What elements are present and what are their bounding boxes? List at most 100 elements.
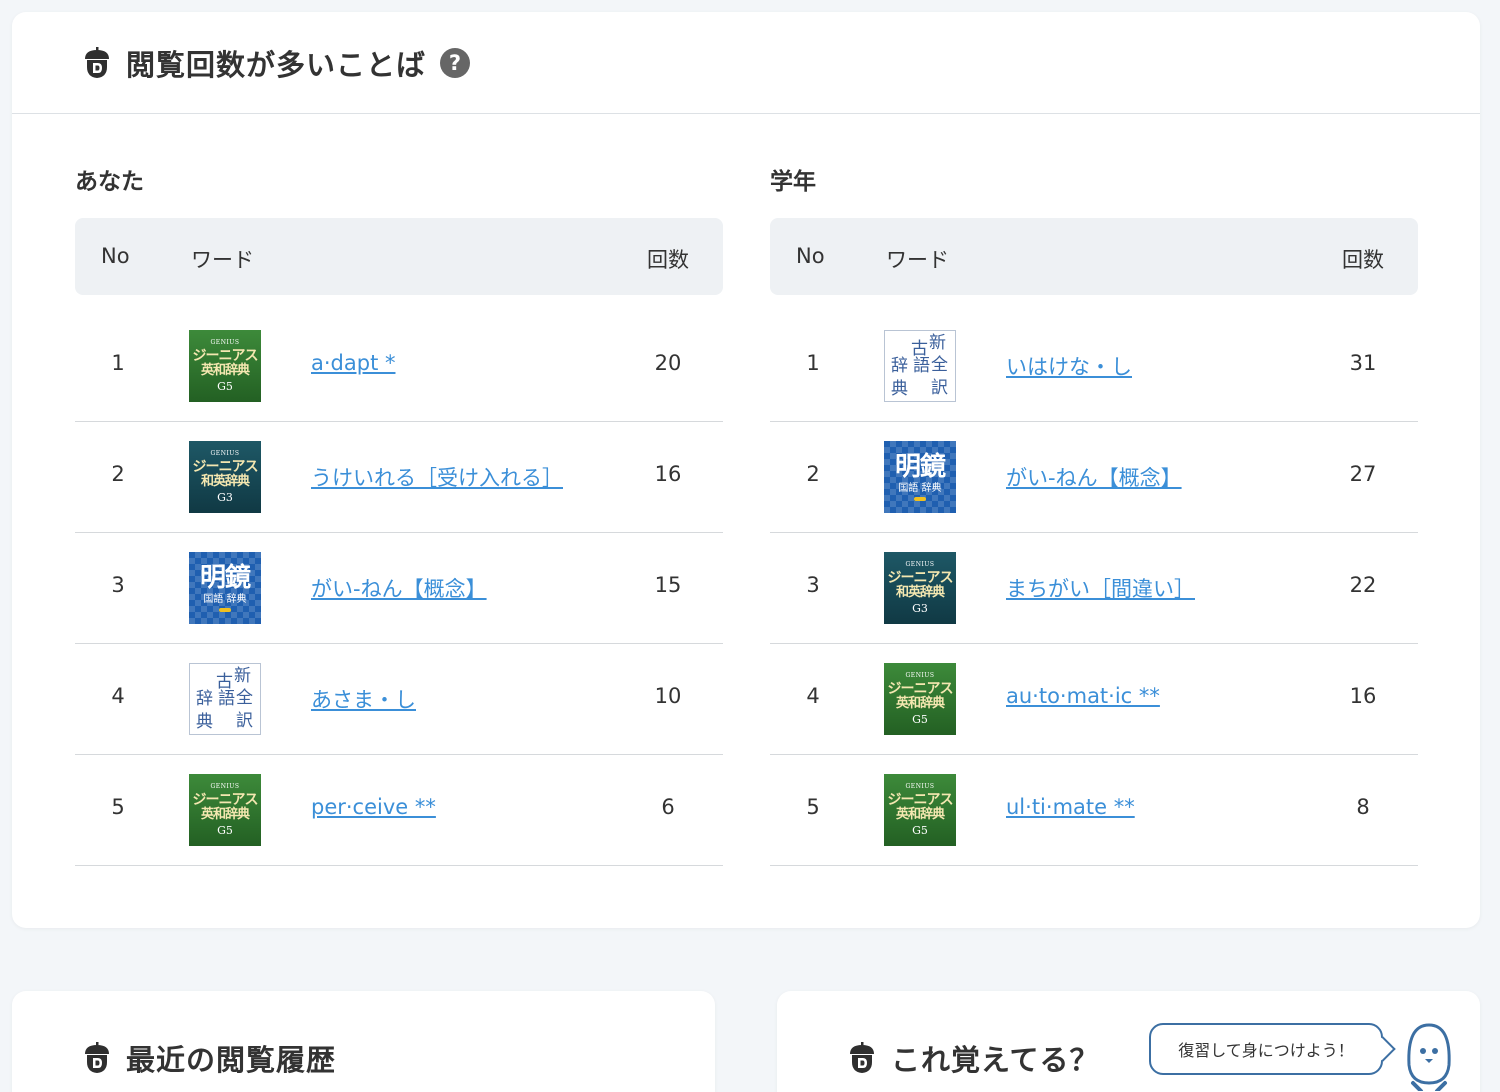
cover-char: 語 [218, 689, 235, 709]
row-rank: 1 [806, 351, 820, 375]
cover-char: 訳 [236, 711, 253, 731]
ranking-row: 5 GENIUS ジーニアス 英和辞典 G5 ul·ti·mate ** 8 [770, 755, 1418, 866]
cover-small: 国語 辞典 [898, 482, 942, 494]
view-count: 10 [654, 684, 682, 708]
view-count: 31 [1349, 351, 1377, 375]
view-count: 6 [661, 795, 675, 819]
column-header-count: 回数 [647, 248, 689, 272]
ranking-row: 2 明鏡 国語 辞典 がい‐ねん【概念】 27 [770, 422, 1418, 533]
cover-edition: G5 [912, 713, 928, 726]
cover-char: 全 [931, 355, 948, 375]
view-count: 20 [654, 351, 682, 375]
recent-history-card: 最近の閲覧履歴 [12, 991, 715, 1092]
remember-title: これ覚えてる？ [891, 1043, 1100, 1077]
recent-history-title: 最近の閲覧履歴 [126, 1043, 337, 1077]
dictionary-cover-icon: GENIUS ジーニアス 和英辞典 G3 [189, 441, 261, 513]
word-link[interactable]: うけいれる［受け入れる］ [311, 462, 563, 492]
mascot-icon [1407, 1023, 1451, 1091]
row-rank: 2 [111, 462, 125, 486]
row-rank: 5 [111, 795, 125, 819]
section-label-grade: 学年 [770, 169, 816, 195]
dictionary-cover-icon: GENIUS ジーニアス 英和辞典 G5 [189, 330, 261, 402]
cover-char: 語 [913, 356, 930, 376]
dictionary-cover-icon: 新古全語辞訳典 [884, 330, 956, 402]
cover-char: 典 [891, 379, 908, 399]
view-count: 16 [1349, 684, 1377, 708]
ranking-row: 4 GENIUS ジーニアス 英和辞典 G5 au·to·mat·ic ** 16 [770, 644, 1418, 755]
acorn-icon [82, 47, 112, 79]
row-rank: 4 [806, 684, 820, 708]
cover-char: 全 [236, 688, 253, 708]
word-link[interactable]: per·ceive ** [311, 795, 436, 819]
remember-header: これ覚えてる？ [847, 1037, 1100, 1079]
cover-line2: 和英辞典 [200, 474, 250, 489]
row-rank: 2 [806, 462, 820, 486]
cover-char: 新 [929, 333, 946, 353]
table-header-you: No ワード 回数 [75, 218, 723, 295]
word-link[interactable]: まちがい［間違い］ [1006, 573, 1195, 603]
row-rank: 1 [111, 351, 125, 375]
cover-big: 明鏡 [894, 451, 946, 482]
column-header-word: ワード [886, 248, 949, 272]
ranking-row: 1 GENIUS ジーニアス 英和辞典 G5 a·dapt * 20 [75, 311, 723, 422]
column-header-no: No [796, 244, 825, 268]
dictionary-cover-icon: GENIUS ジーニアス 英和辞典 G5 [189, 774, 261, 846]
acorn-icon [847, 1042, 877, 1074]
section-label-you: あなた [75, 169, 144, 195]
word-link[interactable]: au·to·mat·ic ** [1006, 684, 1160, 708]
cover-line1: ジーニアス [887, 792, 954, 808]
word-link[interactable]: いはけな・し [1006, 351, 1132, 381]
cover-edition: G3 [217, 491, 233, 504]
view-count: 8 [1356, 795, 1370, 819]
help-icon[interactable]: ? [440, 47, 471, 78]
cover-brand: GENIUS [210, 450, 240, 457]
ranking-row: 5 GENIUS ジーニアス 英和辞典 G5 per·ceive ** 6 [75, 755, 723, 866]
word-link[interactable]: あさま・し [311, 684, 416, 714]
cover-line1: ジーニアス [192, 459, 259, 475]
cover-line2: 英和辞典 [895, 696, 945, 711]
cover-line2: 和英辞典 [895, 585, 945, 600]
cover-line2: 英和辞典 [200, 807, 250, 822]
row-rank: 5 [806, 795, 820, 819]
cover-badge [219, 607, 231, 612]
ranking-row: 3 明鏡 国語 辞典 がい‐ねん【概念】 15 [75, 533, 723, 644]
word-link[interactable]: がい‐ねん【概念】 [311, 573, 487, 603]
ranking-row: 1 新古全語辞訳典 いはけな・し 31 [770, 311, 1418, 422]
view-count: 27 [1349, 462, 1377, 486]
ranking-row: 4 新古全語辞訳典あさま・し 10 [75, 644, 723, 755]
word-link[interactable]: a·dapt * [311, 351, 395, 375]
cover-char: 典 [196, 712, 213, 732]
view-count: 22 [1349, 573, 1377, 597]
ranking-rows-grade: 1 新古全語辞訳典 いはけな・し 31 2 明鏡 国語 辞典 がい‐ねん【概念】 27 3 GENI… [770, 311, 1418, 866]
cover-brand: GENIUS [905, 783, 935, 790]
acorn-icon [82, 1042, 112, 1074]
cover-char: 新 [234, 666, 251, 686]
cover-char: 辞 [196, 689, 213, 709]
row-rank: 3 [111, 573, 125, 597]
dictionary-cover-icon: GENIUS ジーニアス 和英辞典 G3 [884, 552, 956, 624]
cover-badge [914, 496, 926, 501]
view-count: 15 [654, 573, 682, 597]
dictionary-cover-icon: GENIUS ジーニアス 英和辞典 G5 [884, 663, 956, 735]
cover-line1: ジーニアス [887, 681, 954, 697]
row-rank: 3 [806, 573, 820, 597]
word-link[interactable]: ul·ti·mate ** [1006, 795, 1135, 819]
ranking-rows-you: 1 GENIUS ジーニアス 英和辞典 G5 a·dapt * 20 2 GENIUS ジーニアス… [75, 311, 723, 866]
ranking-row: 3 GENIUS ジーニアス 和英辞典 G3 まちがい［間違い］ 22 [770, 533, 1418, 644]
word-link[interactable]: がい‐ねん【概念】 [1006, 462, 1182, 492]
cover-line1: ジーニアス [887, 570, 954, 586]
cover-big: 明鏡 [199, 562, 251, 593]
dictionary-cover-icon: 新古全語辞訳典 [189, 663, 261, 735]
remember-card: これ覚えてる？ 復習して身につけよう！ [777, 991, 1480, 1092]
cover-brand: GENIUS [210, 783, 240, 790]
dictionary-cover-icon: 明鏡 国語 辞典 [189, 552, 261, 624]
speech-bubble: 復習して身につけよう！ [1149, 1023, 1383, 1075]
cover-char: 辞 [891, 356, 908, 376]
cover-edition: G5 [217, 824, 233, 837]
cover-line2: 英和辞典 [200, 363, 250, 378]
table-header-grade: No ワード 回数 [770, 218, 1418, 295]
cover-brand: GENIUS [210, 339, 240, 346]
cover-small: 国語 辞典 [203, 593, 247, 605]
most-viewed-header: 閲覧回数が多いことば ? [12, 12, 1480, 114]
column-header-count: 回数 [1342, 248, 1384, 272]
